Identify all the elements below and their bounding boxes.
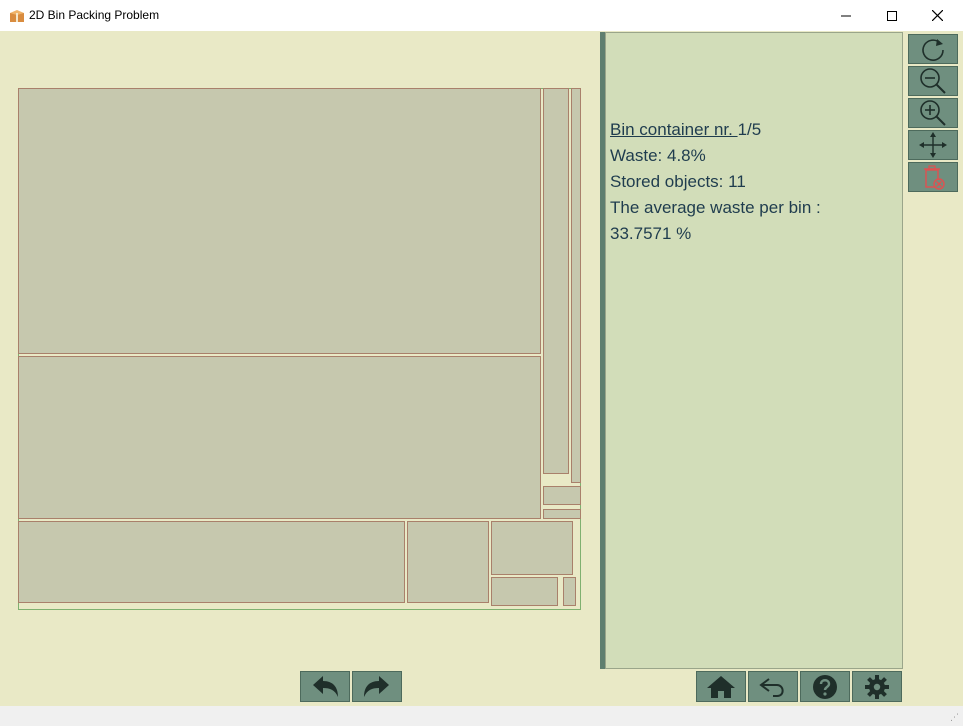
packed-item[interactable] xyxy=(491,577,558,606)
side-toolbar xyxy=(904,32,963,706)
bin-info: Bin container nr. 1/5 Waste: 4.8% Stored… xyxy=(610,117,821,247)
app-window: 2D Bin Packing Problem Bin container nr.… xyxy=(0,0,963,726)
bin-drawing xyxy=(18,88,581,610)
packed-item[interactable] xyxy=(563,577,576,606)
back-button[interactable] xyxy=(748,671,798,702)
settings-icon xyxy=(865,674,889,699)
title-bar: 2D Bin Packing Problem xyxy=(0,0,963,31)
home-button[interactable] xyxy=(696,671,746,702)
fit-icon xyxy=(919,132,947,158)
delete-icon xyxy=(924,165,945,190)
bin-index: 1/5 xyxy=(737,120,762,139)
zoom-in-icon xyxy=(920,100,946,126)
status-bar: ⋰ xyxy=(0,706,963,726)
packed-item[interactable] xyxy=(543,486,581,505)
undo-button[interactable] xyxy=(300,671,350,702)
bottom-toolbar xyxy=(0,669,904,706)
zoom-out-button[interactable] xyxy=(908,66,958,96)
close-icon xyxy=(931,10,943,21)
info-panel: Bin container nr. 1/5 Waste: 4.8% Stored… xyxy=(605,32,903,669)
refresh-button[interactable] xyxy=(908,34,958,64)
packed-item[interactable] xyxy=(18,88,541,354)
waste-text: Waste: 4.8% xyxy=(610,146,706,165)
refresh-icon xyxy=(922,39,944,61)
settings-button[interactable] xyxy=(852,671,902,702)
help-button[interactable] xyxy=(800,671,850,702)
window-title: 2D Bin Packing Problem xyxy=(29,8,160,22)
home-icon xyxy=(707,675,735,698)
redo-button[interactable] xyxy=(352,671,402,702)
stored-objects-text: Stored objects: 11 xyxy=(610,172,746,191)
undo-icon xyxy=(313,675,338,697)
packed-item[interactable] xyxy=(571,88,581,483)
average-waste-value: 33.7571 % xyxy=(610,224,692,243)
maximize-button[interactable] xyxy=(869,0,915,31)
package-icon xyxy=(10,10,24,22)
zoom-in-button[interactable] xyxy=(908,98,958,128)
packed-item[interactable] xyxy=(491,521,573,575)
back-icon xyxy=(759,677,784,697)
packed-item[interactable] xyxy=(18,521,405,603)
average-waste-label: The average waste per bin : xyxy=(610,198,821,217)
packed-item[interactable] xyxy=(18,356,541,519)
resize-grip-icon[interactable]: ⋰ xyxy=(950,713,959,723)
bin-container-line: Bin container nr. 1/5 xyxy=(610,117,821,143)
close-button[interactable] xyxy=(914,0,960,31)
packed-item[interactable] xyxy=(407,521,489,603)
bin-container-link[interactable]: Bin container nr. xyxy=(610,120,738,139)
fit-view-button[interactable] xyxy=(908,130,958,160)
packed-item[interactable] xyxy=(543,509,581,519)
minimize-icon xyxy=(841,15,851,16)
minimize-button[interactable] xyxy=(823,0,869,31)
maximize-icon xyxy=(887,10,897,21)
packed-item[interactable] xyxy=(543,88,569,474)
redo-icon xyxy=(364,675,389,697)
bin-canvas[interactable] xyxy=(1,32,601,669)
help-icon xyxy=(813,674,837,699)
delete-button[interactable] xyxy=(908,162,958,192)
zoom-out-icon xyxy=(920,68,946,94)
